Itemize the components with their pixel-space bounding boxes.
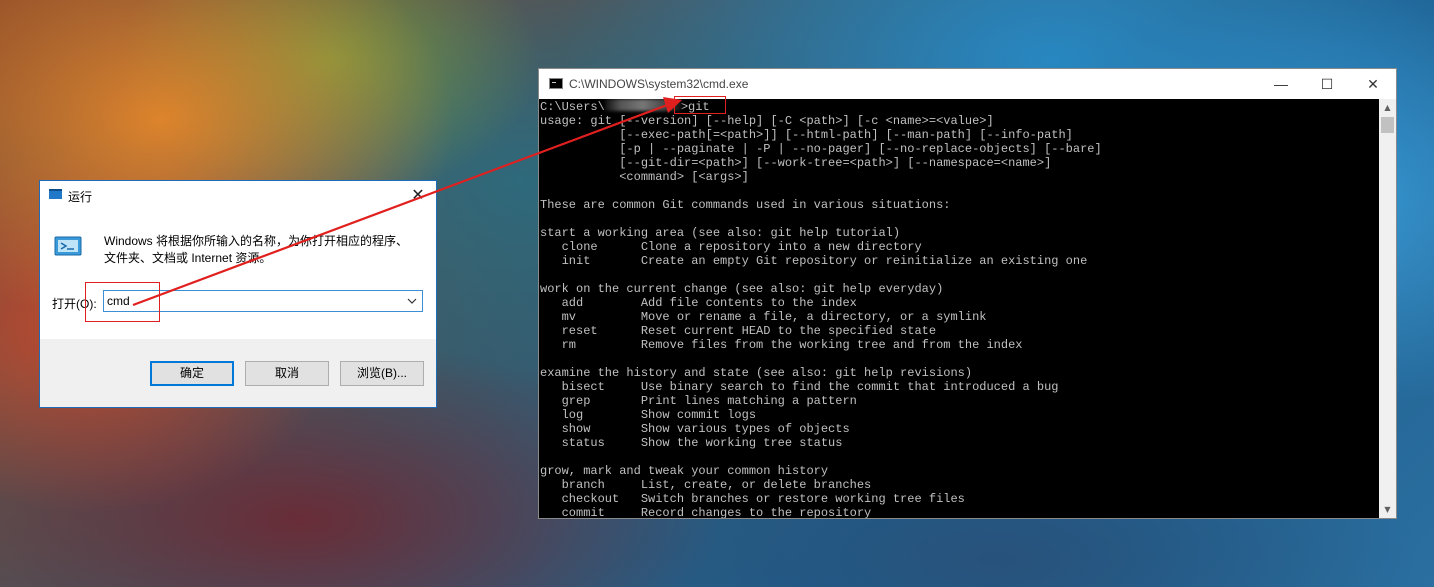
prompt-prefix: C:\Users\ [540,100,605,114]
ok-button[interactable]: 确定 [150,361,234,386]
console-icon [549,78,563,89]
maximize-button[interactable]: ☐ [1304,69,1350,99]
run-footer: 确定 取消 浏览(B)... [40,339,436,407]
cmd-window: C:\WINDOWS\system32\cmd.exe — ☐ ✕ C:\Use… [538,68,1397,519]
run-description: Windows 将根据你所输入的名称，为你打开相应的程序、 文件夹、文档或 In… [104,233,424,267]
scroll-down-arrow-icon[interactable]: ▼ [1379,501,1396,518]
console-line: usage: git [--version] [--help] [-C <pat… [540,114,994,128]
run-titlebar: 运行 ✕ [40,181,436,209]
command-output: usage: git [--version] [--help] [-C <pat… [539,114,1380,518]
close-button[interactable]: ✕ [1350,69,1396,99]
console-line: checkout Switch branches or restore work… [561,492,965,506]
redacted-username [604,99,681,111]
console-line: rm Remove files from the working tree an… [561,338,1023,352]
scroll-thumb[interactable] [1381,117,1394,133]
console-line: <command> [<args>] [619,170,749,184]
chevron-down-icon[interactable] [404,293,420,309]
console-line: branch List, create, or delete branches [561,478,872,492]
run-dialog-title: 运行 [68,190,93,204]
close-icon[interactable]: ✕ [404,185,432,207]
browse-button[interactable]: 浏览(B)... [340,361,424,386]
scroll-up-arrow-icon[interactable]: ▲ [1379,99,1396,116]
console-line: grep Print lines matching a pattern [561,394,857,408]
highlight-box-cmd-input [85,282,160,322]
console-line: show Show various types of objects [561,422,850,436]
console-line: init Create an empty Git repository or r… [561,254,1088,268]
console-line: These are common Git commands used in va… [540,198,951,212]
cancel-button[interactable]: 取消 [245,361,329,386]
console-line: start a working area (see also: git help… [540,226,901,240]
console-line: reset Reset current HEAD to the specifie… [561,324,937,338]
cmd-titlebar: C:\WINDOWS\system32\cmd.exe — ☐ ✕ [539,69,1396,99]
highlight-box-git-command [674,96,726,114]
console-output[interactable]: C:\Users\ >git usage: git [--version] [--… [539,99,1380,518]
run-description-line2: 文件夹、文档或 Internet 资源。 [104,251,272,265]
run-title-icon [49,189,62,199]
console-line: log Show commit logs [561,408,757,422]
console-line: [--exec-path[=<path>]] [--html-path] [--… [619,128,1073,142]
vertical-scrollbar[interactable]: ▲ ▼ [1379,99,1396,518]
cmd-window-title: C:\WINDOWS\system32\cmd.exe [569,77,749,91]
console-line: examine the history and state (see also:… [540,366,973,380]
console-line: [-p | --paginate | -P | --no-pager] [--n… [619,142,1102,156]
console-line: status Show the working tree status [561,436,843,450]
run-icon [54,236,82,256]
console-line: clone Clone a repository into a new dire… [561,240,922,254]
console-line: add Add file contents to the index [561,296,857,310]
console-line: bisect Use binary search to find the com… [561,380,1059,394]
console-line: commit Record changes to the repository [561,506,872,518]
console-line: mv Move or rename a file, a directory, o… [561,310,987,324]
prompt-line: C:\Users\ >git [539,99,1380,114]
run-description-line1: Windows 将根据你所输入的名称，为你打开相应的程序、 [104,234,409,248]
console-line: [--git-dir=<path>] [--work-tree=<path>] … [619,156,1052,170]
minimize-button[interactable]: — [1258,69,1304,99]
console-line: grow, mark and tweak your common history [540,464,829,478]
console-line: work on the current change (see also: gi… [540,282,944,296]
